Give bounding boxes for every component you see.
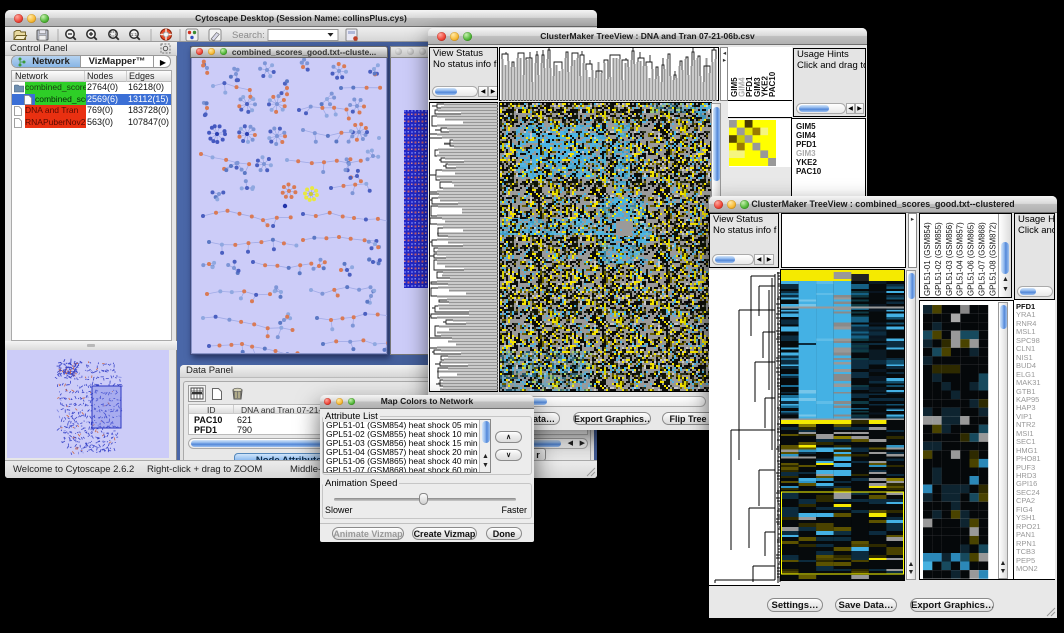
svg-text:1:1: 1:1 [131,32,138,37]
svg-text:Search:: Search: [232,30,265,41]
svg-text:PAC10: PAC10 [768,71,777,97]
svg-text:GPL51-04 (GSM857): GPL51-04 (GSM857) [956,222,965,296]
svg-text:GPL51-03 (GSM856): GPL51-03 (GSM856) [945,222,954,296]
svg-text:GPL51-07 (GSM868): GPL51-07 (GSM868) [978,222,987,296]
svg-text:GPL51-02 (GSM855): GPL51-02 (GSM855) [934,222,943,296]
svg-text:GPL51-08 (GSM872): GPL51-08 (GSM872) [988,222,997,296]
svg-text:GPL51-06 (GSM865): GPL51-06 (GSM865) [967,222,976,296]
svg-text:GPL51-01 (GSM854): GPL51-01 (GSM854) [923,222,932,296]
